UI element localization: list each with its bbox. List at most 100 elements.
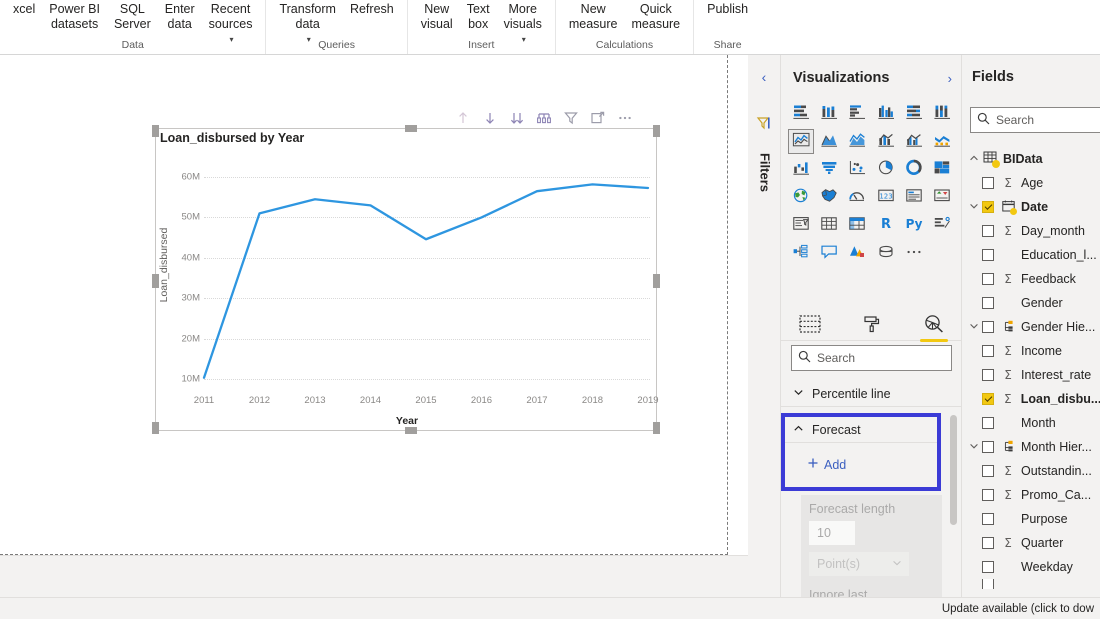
viz-type-funnel-chart[interactable] [816, 157, 842, 182]
accordion-percentile-line[interactable]: Percentile line [781, 381, 962, 407]
viz-type-treemap[interactable] [930, 157, 956, 182]
viz-type-scatter-chart[interactable] [845, 157, 871, 182]
field-item-interest-rate[interactable]: ΣInterest_rate [962, 363, 1100, 387]
viz-type-waterfall-chart[interactable] [788, 157, 814, 182]
field-checkbox[interactable] [982, 177, 994, 189]
chevron-right-icon[interactable]: › [948, 71, 952, 86]
forecast-section-highlight[interactable]: Forecast Add [781, 413, 941, 491]
visual-header-toolbar[interactable] [455, 107, 655, 129]
viz-type-matrix[interactable] [845, 213, 871, 238]
field-item-age[interactable]: ΣAge [962, 171, 1100, 195]
resize-handle-bottom-left[interactable] [152, 422, 159, 434]
chevron-up-icon[interactable] [966, 153, 982, 165]
field-checkbox[interactable] [982, 441, 994, 453]
field-item-month-hier[interactable]: Month Hier... [962, 435, 1100, 459]
viz-type-python-visual[interactable]: Py [901, 213, 927, 238]
viz-type-line-stacked-column-chart[interactable] [873, 129, 899, 154]
viz-type-line-clustered-column-chart[interactable] [901, 129, 927, 154]
fields-pane[interactable]: Fields Search BIDataΣAgeDateΣDay_monthEd… [962, 55, 1100, 619]
viz-type-100-stacked-bar-chart[interactable] [901, 101, 927, 126]
viz-type-slicer[interactable] [788, 213, 814, 238]
ribbon-button-text-box[interactable]: Textbox [460, 0, 497, 32]
viz-type-card[interactable]: 123 [873, 185, 899, 210]
viz-type-100-stacked-column-chart[interactable] [930, 101, 956, 126]
resize-handle-middle-right[interactable] [653, 274, 660, 288]
accordion-forecast[interactable]: Forecast [785, 417, 937, 443]
chevron-down-icon[interactable] [966, 441, 982, 453]
viz-type-multi-row-card[interactable] [901, 185, 927, 210]
field-checkbox[interactable] [982, 513, 994, 525]
fields-tab[interactable] [795, 311, 825, 337]
resize-handle-bottom-center[interactable] [405, 427, 417, 434]
field-checkbox[interactable] [982, 369, 994, 381]
field-item-weekday[interactable]: Weekday [962, 555, 1100, 579]
chevron-left-icon[interactable]: ‹ [756, 69, 772, 85]
ribbon-button-power-bi-datasets[interactable]: Power BIdatasets [42, 0, 107, 32]
field-item-gender-hie[interactable]: Gender Hie... [962, 315, 1100, 339]
focus-mode-icon[interactable] [590, 110, 606, 126]
viz-type-pie-chart[interactable] [873, 157, 899, 182]
filters-pane-collapsed[interactable]: ‹ Filters [748, 55, 781, 619]
field-item-income[interactable]: ΣIncome [962, 339, 1100, 363]
viz-type-table[interactable] [816, 213, 842, 238]
visualizations-tab-strip[interactable] [781, 307, 962, 341]
viz-type-kpi[interactable] [930, 185, 956, 210]
field-checkbox[interactable] [982, 249, 994, 261]
viz-type-stacked-area-chart[interactable] [845, 129, 871, 154]
viz-type-donut-chart[interactable] [901, 157, 927, 182]
viz-type-stacked-bar-chart[interactable] [788, 101, 814, 126]
viz-type-clustered-column-chart[interactable] [873, 101, 899, 126]
chevron-down-icon[interactable] [966, 201, 982, 213]
ribbon-button-quick-measure[interactable]: Quickmeasure [625, 0, 688, 32]
field-item-outstandin[interactable]: ΣOutstandin... [962, 459, 1100, 483]
resize-handle-middle-left[interactable] [152, 274, 159, 288]
fields-table-root[interactable]: BIData [962, 147, 1100, 171]
ribbon-button-recent-sources[interactable]: Recentsources▾ [202, 0, 260, 47]
viz-type-map[interactable] [788, 185, 814, 210]
field-checkbox[interactable] [982, 579, 994, 589]
resize-handle-top-left[interactable] [152, 125, 159, 137]
viz-type-decomposition-tree[interactable] [788, 241, 814, 266]
viz-type-smart-narrative[interactable] [816, 241, 842, 266]
drill-up-icon[interactable] [455, 110, 471, 126]
field-checkbox[interactable] [982, 465, 994, 477]
field-item-day-month[interactable]: ΣDay_month [962, 219, 1100, 243]
field-item-partial[interactable] [962, 579, 1100, 589]
filter-funnel-icon[interactable] [756, 115, 772, 131]
viz-type-more-visuals[interactable] [901, 241, 927, 266]
field-item-month[interactable]: Month [962, 411, 1100, 435]
expand-all-down-icon[interactable] [509, 110, 525, 126]
drill-next-level-icon[interactable] [536, 110, 552, 126]
filter-icon[interactable] [563, 110, 579, 126]
fields-tree[interactable]: BIDataΣAgeDateΣDay_monthEducation_l...ΣF… [962, 147, 1100, 589]
visualizations-pane[interactable]: Visualizations › 123RPy [781, 55, 962, 619]
ribbon-button-new-measure[interactable]: Newmeasure [562, 0, 625, 32]
viz-type-key-influencers[interactable] [930, 213, 956, 238]
ribbon-button-xcel[interactable]: xcel [6, 0, 42, 17]
field-item-quarter[interactable]: ΣQuarter [962, 531, 1100, 555]
update-available-notice[interactable]: Update available (click to dow [942, 603, 1094, 615]
viz-type-line-chart[interactable] [788, 129, 814, 154]
line-chart-visual[interactable]: Loan_disbursed by Year Loan_disbursed Ye… [155, 128, 657, 431]
field-checkbox[interactable] [982, 297, 994, 309]
field-checkbox[interactable] [982, 273, 994, 285]
field-checkbox[interactable] [982, 225, 994, 237]
field-checkbox[interactable] [982, 417, 994, 429]
ribbon-button-refresh[interactable]: Refresh [343, 0, 401, 17]
field-item-feedback[interactable]: ΣFeedback [962, 267, 1100, 291]
resize-handle-top-center[interactable] [405, 125, 417, 132]
viz-type-filled-map[interactable] [816, 185, 842, 210]
ribbon-button-more-visuals[interactable]: Morevisuals▾ [497, 0, 549, 47]
viz-type-gauge[interactable] [845, 185, 871, 210]
field-item-gender[interactable]: Gender [962, 291, 1100, 315]
drill-down-icon[interactable] [482, 110, 498, 126]
visual-type-gallery[interactable]: 123 RPy [787, 101, 957, 266]
field-item-purpose[interactable]: Purpose [962, 507, 1100, 531]
more-options-icon[interactable] [617, 110, 633, 126]
forecast-add-button[interactable]: Add [807, 457, 846, 472]
field-checkbox[interactable] [982, 489, 994, 501]
viz-type-ribbon-chart[interactable] [930, 129, 956, 154]
field-checkbox[interactable] [982, 561, 994, 573]
visualizations-scrollbar[interactable] [950, 415, 957, 525]
viz-type-r-script-visual[interactable]: R [873, 213, 899, 238]
